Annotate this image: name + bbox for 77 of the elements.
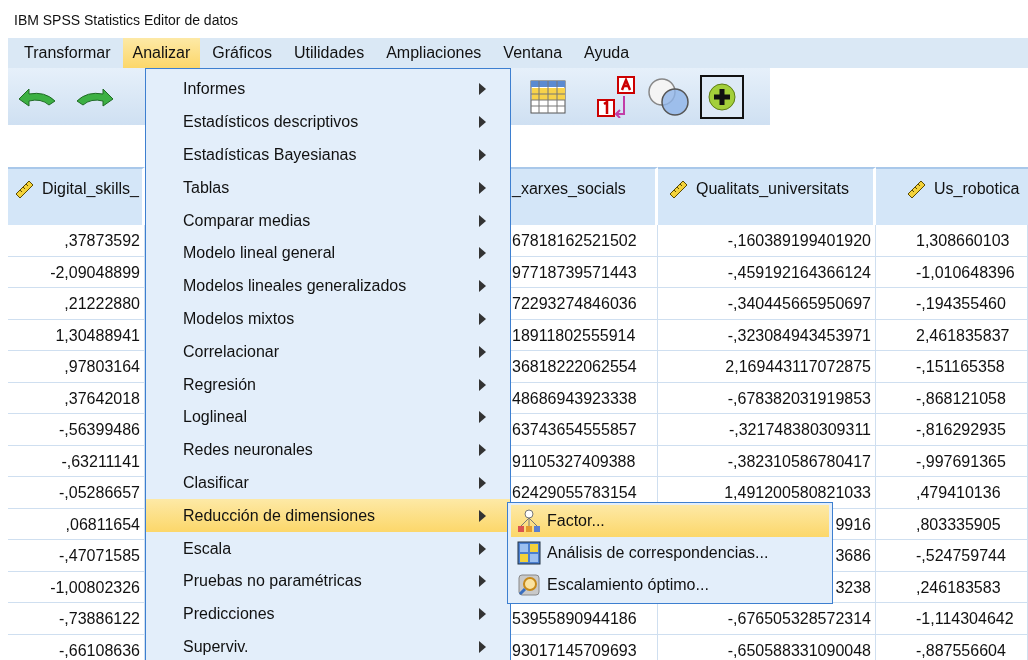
table-cell: ,479410136 <box>876 477 1028 509</box>
menu-item[interactable]: Reducción de dimensiones <box>146 499 510 533</box>
table-cell: -,887556604 <box>876 634 1028 660</box>
table-cell: -,650588331090048 <box>658 634 876 660</box>
submenu-arrow-icon <box>479 640 486 653</box>
menu-item[interactable]: Predicciones <box>146 597 510 631</box>
submenu-arrow-icon <box>479 575 486 588</box>
submenu-arrow-icon <box>479 345 486 358</box>
submenu-arrow-icon <box>479 149 486 161</box>
add-icon[interactable] <box>700 74 744 119</box>
table-cell: -,340445665950697 <box>658 288 876 320</box>
submenu-arrow-icon <box>479 312 486 325</box>
menu-item[interactable]: Modelos lineales generalizados <box>146 269 510 303</box>
submenu-arrow-icon <box>479 83 486 96</box>
table-cell: -,868121058 <box>876 382 1028 414</box>
menu-item[interactable]: Ventana <box>493 38 573 68</box>
menu-item[interactable]: Comparar medias <box>146 204 510 237</box>
column-header[interactable]: Qualitats_universitats <box>658 167 876 225</box>
submenu-arrow-icon <box>479 476 486 489</box>
table-cell: ,803335905 <box>876 508 1028 540</box>
menu-item[interactable]: Loglineal <box>146 400 510 434</box>
column-header[interactable]: Us_robotica <box>876 167 1028 225</box>
menu-item[interactable]: Gráficos <box>202 38 282 68</box>
table-cell: -,459192164366124 <box>658 256 876 288</box>
table-cell: 2,169443117072875 <box>658 351 876 383</box>
menu-item[interactable]: Correlacionar <box>146 335 510 369</box>
menu-item[interactable]: Modelo lineal general <box>146 237 510 270</box>
table-cell: -,816292935 <box>876 414 1028 446</box>
table-cell: -,323084943453971 <box>658 319 876 351</box>
table-cell: 1,308660103 <box>876 225 1028 257</box>
menu-item[interactable]: Transformar <box>14 38 121 68</box>
menu-item[interactable]: Analizar <box>122 38 201 68</box>
menu-item[interactable]: Superviv. <box>146 630 510 660</box>
menu-item[interactable]: Estadísticos descriptivos <box>146 105 510 139</box>
menu-item[interactable]: Redes neuronales <box>146 433 510 467</box>
menu-item[interactable]: Escala <box>146 532 510 565</box>
menu-item[interactable]: Utilidades <box>283 38 375 68</box>
submenu-arrow-icon <box>479 542 486 555</box>
submenu-arrow-icon <box>479 411 486 424</box>
submenu-arrow-icon <box>479 247 486 260</box>
table-cell: -,678382031919853 <box>658 382 876 414</box>
table-cell: -,160389199401920 <box>658 225 876 257</box>
submenu-arrow-icon <box>479 509 486 522</box>
menu-item[interactable]: Estadísticas Bayesianas <box>146 138 510 172</box>
table-cell: 2,461835837 <box>876 319 1028 351</box>
lens-icon <box>517 573 541 597</box>
submenu-arrow-icon <box>479 444 486 457</box>
menu-item[interactable]: Ayuda <box>574 38 640 68</box>
menu-item[interactable]: Factor... <box>511 505 829 537</box>
menu-item[interactable]: Modelos mixtos <box>146 302 510 336</box>
table-cell: -1,010648396 <box>876 256 1028 288</box>
table-cell: -,194355460 <box>876 288 1028 320</box>
table-cell: -,151165358 <box>876 351 1028 383</box>
menu-item[interactable]: Regresión <box>146 368 510 401</box>
table-cell: ,246183583 <box>876 571 1028 603</box>
column-header[interactable]: Digital_skills_ <box>8 167 145 225</box>
menu-item[interactable]: Tablas <box>146 171 510 205</box>
table-cell: -,524759744 <box>876 540 1028 572</box>
window-title: IBM SPSS Statistics Editor de datos <box>13 11 240 30</box>
table-cell: -,997691365 <box>876 445 1028 477</box>
menu-item[interactable]: Informes <box>146 73 510 106</box>
menu-item[interactable]: Clasificar <box>146 466 510 500</box>
submenu-arrow-icon <box>479 116 486 129</box>
menu-item[interactable]: Ampliaciones <box>376 38 492 68</box>
grid-icon <box>517 541 541 565</box>
table-cell: -,382310586780417 <box>658 445 876 477</box>
submenu-arrow-icon <box>479 181 486 194</box>
submenu-arrow-icon <box>479 378 486 391</box>
menu-item[interactable]: Pruebas no paramétricas <box>146 564 510 598</box>
column-header[interactable]: _xarxes_socials <box>510 167 658 225</box>
table-cell: -1,114304642 <box>876 603 1028 635</box>
submenu-arrow-icon <box>479 608 486 621</box>
submenu-arrow-icon <box>479 214 486 227</box>
table-cell: -,321748380309311 <box>658 414 876 446</box>
submenu-arrow-icon <box>479 280 486 293</box>
value-labels-icon[interactable] <box>594 74 638 119</box>
network-icon <box>517 509 541 533</box>
